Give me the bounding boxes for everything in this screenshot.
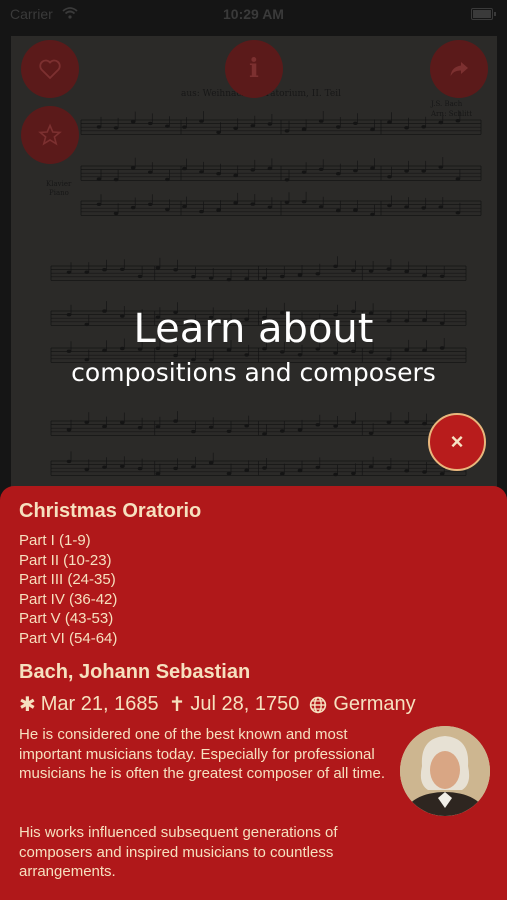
- clock: 10:29 AM: [223, 6, 284, 22]
- composition-title: Christmas Oratorio: [19, 500, 202, 522]
- parts-list: Part I (1-9) Part II (10-23) Part III (2…: [19, 531, 117, 649]
- sheet-composer-mark: J.S. Bach: [430, 100, 463, 108]
- heart-icon: [39, 59, 61, 80]
- bookmark-button[interactable]: [21, 106, 79, 164]
- onboarding-subtitle: compositions and composers: [71, 358, 436, 387]
- info-panel: Christmas Oratorio Part I (1-9) Part II …: [0, 486, 507, 900]
- info-button[interactable]: i: [225, 40, 283, 98]
- sheet-instrument-label: Klavier: [46, 180, 72, 188]
- share-button[interactable]: [430, 40, 488, 98]
- status-bar: Carrier 10:29 AM: [0, 0, 507, 28]
- close-button[interactable]: ×: [428, 413, 486, 471]
- part-item[interactable]: Part V (43-53): [19, 609, 117, 629]
- part-item[interactable]: Part VI (54-64): [19, 629, 117, 649]
- onboarding-title: Learn about: [133, 306, 374, 352]
- composer-name: Bach, Johann Sebastian: [19, 661, 251, 683]
- part-item[interactable]: Part III (24-35): [19, 570, 117, 590]
- battery-icon: [471, 8, 496, 20]
- composer-bio: He is considered one of the best known a…: [19, 726, 386, 783]
- sheet-instrument-label: Piano: [49, 189, 69, 197]
- part-item[interactable]: Part II (10-23): [19, 551, 117, 571]
- birth-icon: ✱: [19, 694, 36, 716]
- info-icon: i: [249, 54, 259, 84]
- part-item[interactable]: Part I (1-9): [19, 531, 117, 551]
- part-item[interactable]: Part IV (36-42): [19, 590, 117, 610]
- sheet-arranger-mark: Arr.: Schlitt: [430, 110, 472, 118]
- death-icon: ✝: [168, 694, 186, 716]
- star-icon: [38, 123, 62, 146]
- birth-date: Mar 21, 1685: [40, 693, 159, 715]
- composer-dates: ✱ Mar 21, 1685 ✝ Jul 28, 1750 Germany: [19, 692, 416, 717]
- sheet-music: aus: Weihnachts-Oratorium, II. Teil J.S.…: [11, 36, 497, 506]
- share-arrow-icon: [450, 62, 468, 76]
- composer-bio-more: His works influenced subsequent generati…: [19, 824, 338, 881]
- composer-country: Germany: [333, 693, 416, 715]
- favorite-button[interactable]: [21, 40, 79, 98]
- composer-portrait: [398, 724, 492, 818]
- globe-icon: [310, 696, 327, 713]
- death-date: Jul 28, 1750: [190, 693, 300, 715]
- close-icon: ×: [450, 429, 464, 454]
